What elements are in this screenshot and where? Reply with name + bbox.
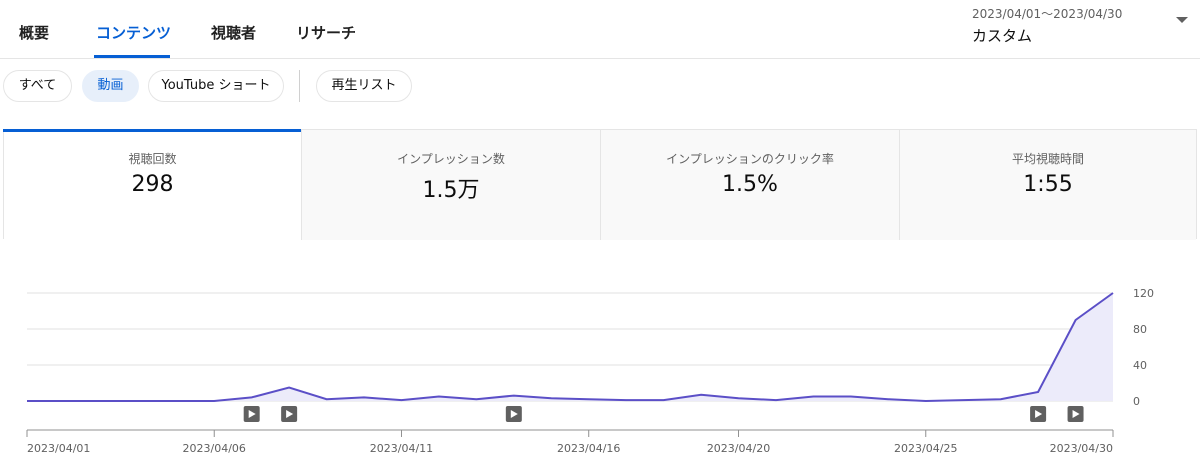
video-play-marker[interactable] <box>1030 406 1047 422</box>
x-tick-label: 2023/04/30 <box>1050 442 1113 455</box>
y-tick-label: 0 <box>1133 395 1140 408</box>
x-tick-label: 2023/04/20 <box>707 442 770 455</box>
y-tick-label: 80 <box>1133 323 1147 336</box>
x-tick-label: 2023/04/06 <box>183 442 246 455</box>
y-tick-label: 120 <box>1133 287 1154 300</box>
x-tick-label: 2023/04/01 <box>27 442 90 455</box>
video-play-marker[interactable] <box>505 406 522 422</box>
video-play-marker[interactable] <box>281 406 298 422</box>
x-tick-label: 2023/04/25 <box>894 442 957 455</box>
y-axis-ticks: 0 40 80 120 <box>1133 287 1154 408</box>
video-markers <box>243 406 1084 422</box>
chart-area-fill <box>27 293 1113 401</box>
y-tick-label: 40 <box>1133 359 1147 372</box>
x-axis-ticks: 2023/04/01 2023/04/06 2023/04/11 2023/04/16… <box>26 430 1114 455</box>
x-tick-label: 2023/04/16 <box>557 442 620 455</box>
x-tick-label: 2023/04/11 <box>370 442 433 455</box>
chart-series-line <box>27 292 1114 403</box>
chart-grid <box>27 292 1113 431</box>
video-play-marker[interactable] <box>243 406 260 422</box>
video-play-marker[interactable] <box>1067 406 1084 422</box>
views-chart: 04080120 2023/04/01 2023/04/06 2023/04/11 2… <box>26 287 1154 455</box>
